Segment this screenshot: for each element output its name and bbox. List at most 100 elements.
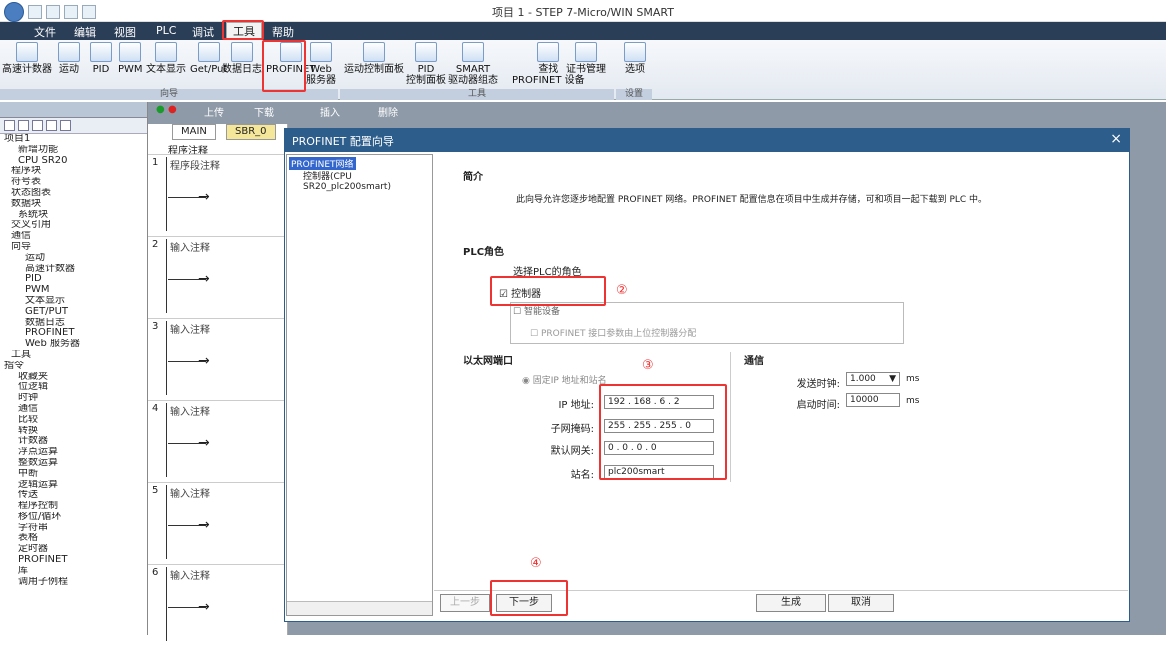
download-button[interactable]: 下载 bbox=[254, 104, 274, 119]
tree-item[interactable]: 比较 bbox=[4, 415, 147, 426]
tree-item[interactable]: 通信 bbox=[4, 231, 147, 242]
tree-item[interactable]: 调用子例程 bbox=[4, 577, 147, 588]
cancel-button[interactable]: 取消 bbox=[828, 594, 894, 612]
tree-item[interactable]: 程序控制 bbox=[4, 501, 147, 512]
ribbon-text-display-button[interactable]: 文本显示 bbox=[146, 42, 186, 75]
menu-file[interactable]: 文件 bbox=[28, 24, 62, 40]
subnet-mask-field[interactable]: 255 . 255 . 255 . 0 bbox=[604, 419, 714, 433]
tree-item[interactable]: 数据日志 bbox=[4, 318, 147, 329]
tree-item[interactable]: 高速计数器 bbox=[4, 264, 147, 275]
ladder-network[interactable]: 3 输入注释 → bbox=[148, 318, 288, 400]
tree-item[interactable]: 收藏夹 bbox=[4, 372, 147, 383]
delete-button[interactable]: 删除 bbox=[378, 104, 398, 119]
role-controller-checkbox[interactable]: ☑ 控制器 bbox=[499, 285, 541, 300]
ribbon-pid-panel-button[interactable]: PID 控制面板 bbox=[406, 42, 446, 86]
tree-item[interactable]: 交叉引用 bbox=[4, 220, 147, 231]
startup-time-field[interactable]: 10000 bbox=[846, 393, 900, 407]
menu-help[interactable]: 帮助 bbox=[266, 24, 300, 40]
tree-item[interactable]: 整数运算 bbox=[4, 458, 147, 469]
station-name-field[interactable]: plc200smart bbox=[604, 465, 714, 479]
ribbon-datalog-button[interactable]: 数据日志 bbox=[222, 42, 262, 75]
tree-item[interactable]: PROFINET bbox=[4, 555, 147, 566]
tree-item[interactable]: 库 bbox=[4, 566, 147, 577]
tree-item[interactable]: 位逻辑 bbox=[4, 382, 147, 393]
dropdown-arrow-icon[interactable]: ▼ bbox=[889, 373, 896, 385]
tree-item[interactable]: 运动 bbox=[4, 253, 147, 264]
tree-item[interactable]: 中断 bbox=[4, 469, 147, 480]
tree-item[interactable]: 符号表 bbox=[4, 177, 147, 188]
generate-button[interactable]: 生成 bbox=[756, 594, 826, 612]
tree-item[interactable]: Web 服务器 bbox=[4, 339, 147, 350]
tree-item[interactable]: 逻辑运算 bbox=[4, 480, 147, 491]
tree-item[interactable]: 时钟 bbox=[4, 393, 147, 404]
getput-icon bbox=[197, 42, 220, 62]
tree-item[interactable]: 项目1 bbox=[4, 134, 147, 145]
tree-item[interactable]: 浮点运算 bbox=[4, 447, 147, 458]
menu-plc[interactable]: PLC bbox=[150, 24, 182, 37]
ribbon-pid-button[interactable]: PID bbox=[90, 42, 112, 75]
ribbon-hsc-button[interactable]: 高速计数器 bbox=[2, 42, 52, 75]
tree-item[interactable]: 工具 bbox=[4, 350, 147, 361]
tree-item[interactable]: 字符串 bbox=[4, 523, 147, 534]
tb-icon-2[interactable] bbox=[18, 120, 29, 131]
gateway-field[interactable]: 0 . 0 . 0 . 0 bbox=[604, 441, 714, 455]
network-comment: 输入注释 bbox=[166, 321, 210, 336]
ladder-network[interactable]: 6 输入注释 → bbox=[148, 564, 288, 646]
menu-edit[interactable]: 编辑 bbox=[68, 24, 102, 40]
tb-icon-1[interactable] bbox=[4, 120, 15, 131]
tree-item[interactable]: PROFINET bbox=[4, 328, 147, 339]
tree-item[interactable]: PID bbox=[4, 274, 147, 285]
tree-item[interactable]: PWM bbox=[4, 285, 147, 296]
tree-item[interactable]: 系统块 bbox=[4, 210, 147, 221]
ladder-network[interactable]: 4 输入注释 → bbox=[148, 400, 288, 482]
tree-item[interactable]: GET/PUT bbox=[4, 307, 147, 318]
role-device-checkbox[interactable]: ☐ 智能设备 bbox=[513, 304, 560, 317]
menu-view[interactable]: 视图 bbox=[108, 24, 142, 40]
ribbon-web-server-button[interactable]: Web 服务器 bbox=[306, 42, 336, 86]
tree-item[interactable]: 通信 bbox=[4, 404, 147, 415]
stop-icon[interactable]: ● bbox=[168, 104, 177, 115]
tb-icon-3[interactable] bbox=[32, 120, 43, 131]
tree-item[interactable]: 程序块 bbox=[4, 166, 147, 177]
run-icon[interactable]: ● bbox=[156, 104, 165, 115]
tree-item[interactable]: 状态图表 bbox=[4, 188, 147, 199]
tree-item[interactable]: CPU SR20 bbox=[4, 156, 147, 167]
tab-main[interactable]: MAIN bbox=[172, 124, 216, 140]
tree-item[interactable]: 向导 bbox=[4, 242, 147, 253]
ladder-network[interactable]: 2 输入注释 → bbox=[148, 236, 288, 318]
ribbon-pwm-button[interactable]: PWM bbox=[118, 42, 143, 75]
project-tree: 项目1 新增功能 CPU SR20 程序块 符号表 状态图表 数据块 系统块 交叉引用 通信 向导运… bbox=[0, 134, 147, 587]
tab-sbr0[interactable]: SBR_0 bbox=[226, 124, 276, 140]
tree-item[interactable]: 计数器 bbox=[4, 436, 147, 447]
ribbon-motion-button[interactable]: 运动 bbox=[58, 42, 80, 75]
tb-icon-5[interactable] bbox=[60, 120, 71, 131]
ip-address-field[interactable]: 192 . 168 . 6 . 2 bbox=[604, 395, 714, 409]
close-icon[interactable]: × bbox=[1110, 131, 1122, 147]
ladder-network[interactable]: 1 程序段注释 → bbox=[148, 154, 288, 236]
upload-button[interactable]: 上传 bbox=[204, 104, 224, 119]
tree-item[interactable]: 指令 bbox=[4, 361, 147, 372]
tree-item[interactable]: 定时器 bbox=[4, 544, 147, 555]
tree-item[interactable]: 数据块 bbox=[4, 199, 147, 210]
ladder-network[interactable]: 5 输入注释 → bbox=[148, 482, 288, 564]
ribbon-smart-drive-button[interactable]: SMART 驱动器组态 bbox=[448, 42, 498, 86]
tree-controller[interactable]: 控制器(CPU SR20_plc200smart) bbox=[303, 169, 432, 192]
tree-item[interactable]: 文本显示 bbox=[4, 296, 147, 307]
menu-debug[interactable]: 调试 bbox=[186, 24, 220, 40]
tree-scrollbar[interactable] bbox=[287, 601, 432, 615]
ribbon-cert-button[interactable]: 证书管理 bbox=[566, 42, 606, 75]
tree-item[interactable]: 表格 bbox=[4, 533, 147, 544]
tree-item[interactable]: 移位/循环 bbox=[4, 512, 147, 523]
insert-button[interactable]: 插入 bbox=[320, 104, 340, 119]
menu-tools[interactable]: 工具 bbox=[226, 22, 262, 40]
send-clock-select[interactable]: 1.000 ▼ bbox=[846, 372, 900, 386]
next-button[interactable]: 下一步 bbox=[496, 594, 552, 612]
fixed-ip-radio[interactable]: ◉ 固定IP 地址和站名 bbox=[522, 373, 607, 386]
ribbon-options-button[interactable]: 选项 bbox=[624, 42, 646, 75]
tree-item[interactable]: 转换 bbox=[4, 426, 147, 437]
prev-button[interactable]: 上一步 bbox=[440, 594, 490, 612]
ribbon-motion-panel-button[interactable]: 运动控制面板 bbox=[344, 42, 404, 75]
tb-icon-4[interactable] bbox=[46, 120, 57, 131]
tree-item[interactable]: 传送 bbox=[4, 490, 147, 501]
tree-item[interactable]: 新增功能 bbox=[4, 145, 147, 156]
